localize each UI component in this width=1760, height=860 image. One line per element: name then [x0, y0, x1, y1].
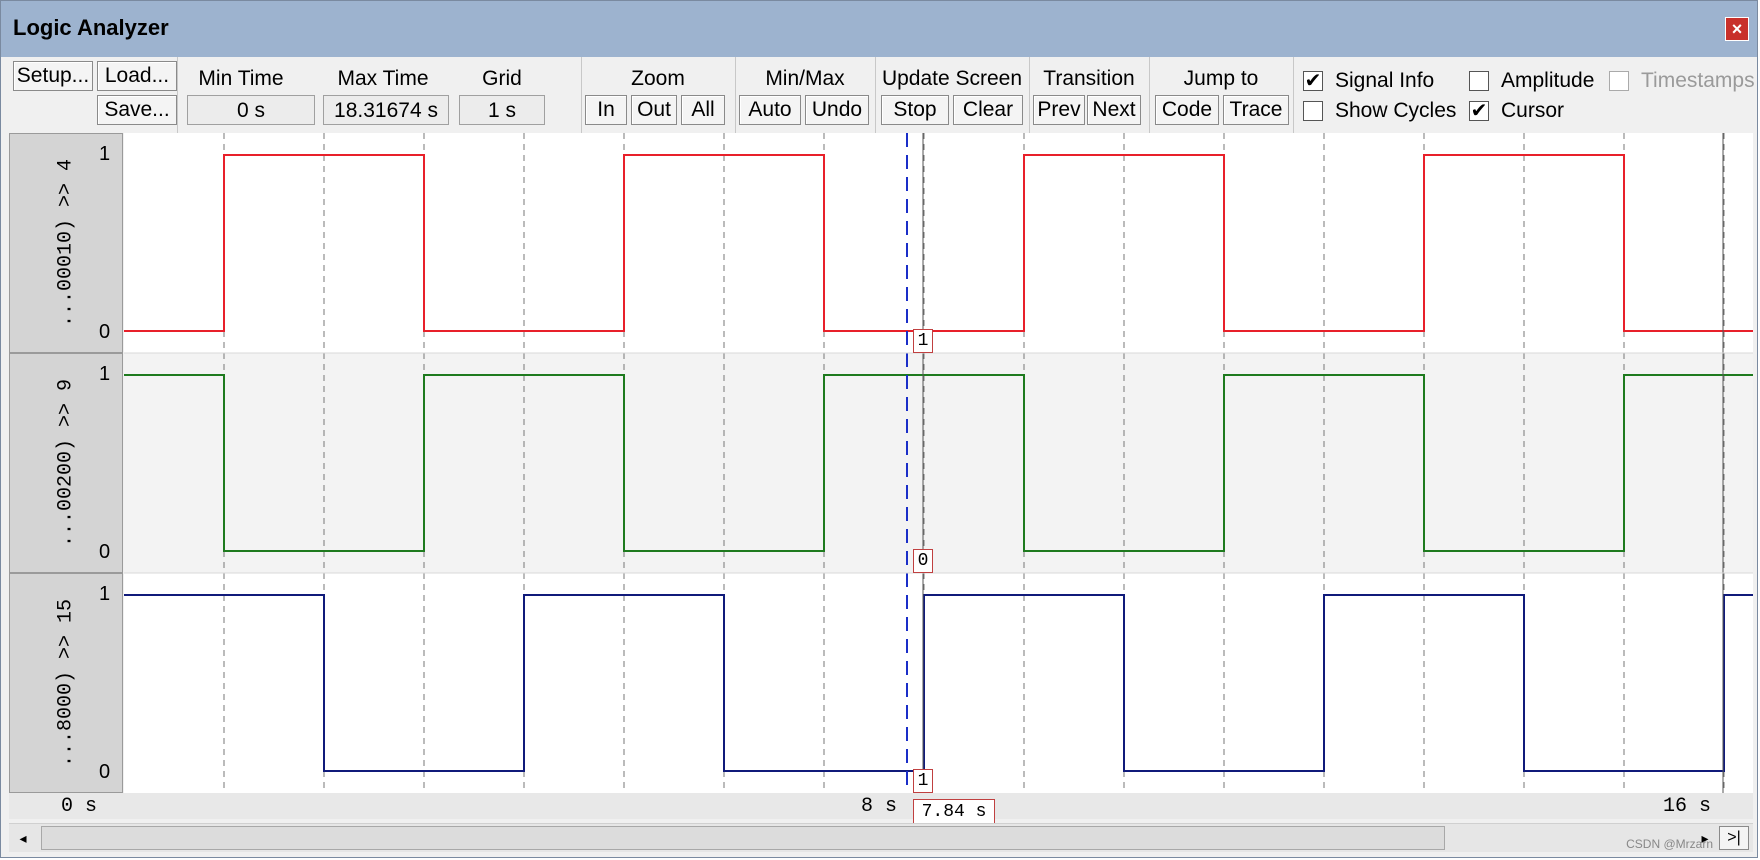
- minmax-label: Min/Max: [765, 67, 845, 90]
- watermark: CSDN @Mrzarn: [1626, 837, 1713, 851]
- undo-button[interactable]: Undo: [805, 95, 869, 125]
- load-button[interactable]: Load...: [97, 61, 177, 91]
- horizontal-scrollbar[interactable]: ◂ ▸ >|: [9, 823, 1753, 852]
- time-start-label: 0 s: [61, 795, 98, 818]
- options-group: ✔ Signal Info Show Cycles Amplitude ✔ Cu…: [1293, 57, 1755, 133]
- amplitude-checkbox[interactable]: [1469, 71, 1489, 91]
- logic-analyzer-window: Logic Analyzer × Setup... Load... Save..…: [0, 0, 1758, 858]
- code-button[interactable]: Code: [1155, 95, 1219, 125]
- cursor-time-label: 7.84 s: [913, 799, 995, 825]
- cursor-label: Cursor: [1501, 99, 1565, 122]
- title-bar: Logic Analyzer ×: [1, 1, 1757, 57]
- setup-button[interactable]: Setup...: [13, 61, 93, 91]
- lane-3-bg: [124, 573, 1753, 793]
- zoom-all-button[interactable]: All: [681, 95, 725, 125]
- scroll-end-button[interactable]: >|: [1719, 826, 1749, 850]
- show-cycles-checkbox[interactable]: [1303, 101, 1323, 121]
- amplitude-label: Amplitude: [1501, 69, 1595, 92]
- zoom-group: Zoom In Out All: [581, 57, 736, 133]
- grid-value: 1 s: [459, 95, 545, 125]
- signal-info-label: Signal Info: [1335, 69, 1435, 92]
- window-title: Logic Analyzer: [13, 15, 169, 40]
- ch3-cursor-value: 1: [913, 769, 933, 793]
- jump-to-label: Jump to: [1183, 67, 1259, 90]
- trace-button[interactable]: Trace: [1223, 95, 1289, 125]
- save-button[interactable]: Save...: [97, 95, 177, 125]
- close-button[interactable]: ×: [1725, 17, 1749, 41]
- min-time-label: Min Time: [198, 67, 284, 90]
- min-time-value: 0 s: [187, 95, 315, 125]
- next-button[interactable]: Next: [1087, 95, 1141, 125]
- signal-info-checkbox[interactable]: ✔: [1303, 71, 1323, 91]
- show-cycles-label: Show Cycles: [1335, 99, 1457, 122]
- jump-to-group: Jump to Code Trace: [1149, 57, 1294, 133]
- ch2-cursor-value: 0: [913, 549, 933, 573]
- file-group: Setup... Load... Save...: [9, 57, 178, 133]
- time-mid-label: 8 s: [861, 795, 898, 818]
- cursor-checkbox[interactable]: ✔: [1469, 101, 1489, 121]
- time-group: Min Time 0 s Max Time 18.31674 s Grid 1 …: [177, 57, 582, 133]
- transition-label: Transition: [1043, 67, 1135, 90]
- grid-label: Grid: [482, 67, 522, 90]
- max-time-value: 18.31674 s: [323, 95, 449, 125]
- stop-button[interactable]: Stop: [881, 95, 949, 125]
- toolbar: Setup... Load... Save... Min Time 0 s Ma…: [9, 57, 1755, 133]
- timestamps-checkbox: [1609, 71, 1629, 91]
- timestamps-label: Timestamps: [1641, 69, 1755, 92]
- ch1-cursor-value: 1: [913, 329, 933, 353]
- time-end-label: 16 s: [1663, 795, 1712, 818]
- auto-button[interactable]: Auto: [739, 95, 801, 125]
- prev-button[interactable]: Prev: [1033, 95, 1085, 125]
- update-screen-label: Update Screen: [881, 67, 1023, 90]
- scroll-left-icon[interactable]: ◂: [13, 828, 33, 848]
- clear-button[interactable]: Clear: [953, 95, 1023, 125]
- lane-2-bg: [124, 353, 1753, 573]
- zoom-in-button[interactable]: In: [585, 95, 627, 125]
- update-screen-group: Update Screen Stop Clear: [875, 57, 1030, 133]
- transition-group: Transition Prev Next: [1029, 57, 1150, 133]
- zoom-label: Zoom: [631, 67, 685, 90]
- waveform-area[interactable]: [1, 133, 1760, 793]
- lane-1-bg: [124, 133, 1753, 353]
- time-axis: 0 s 8 s 16 s: [9, 793, 1753, 819]
- zoom-out-button[interactable]: Out: [631, 95, 677, 125]
- scroll-thumb[interactable]: [41, 826, 1445, 850]
- minmax-group: Min/Max Auto Undo: [735, 57, 876, 133]
- max-time-label: Max Time: [337, 67, 429, 90]
